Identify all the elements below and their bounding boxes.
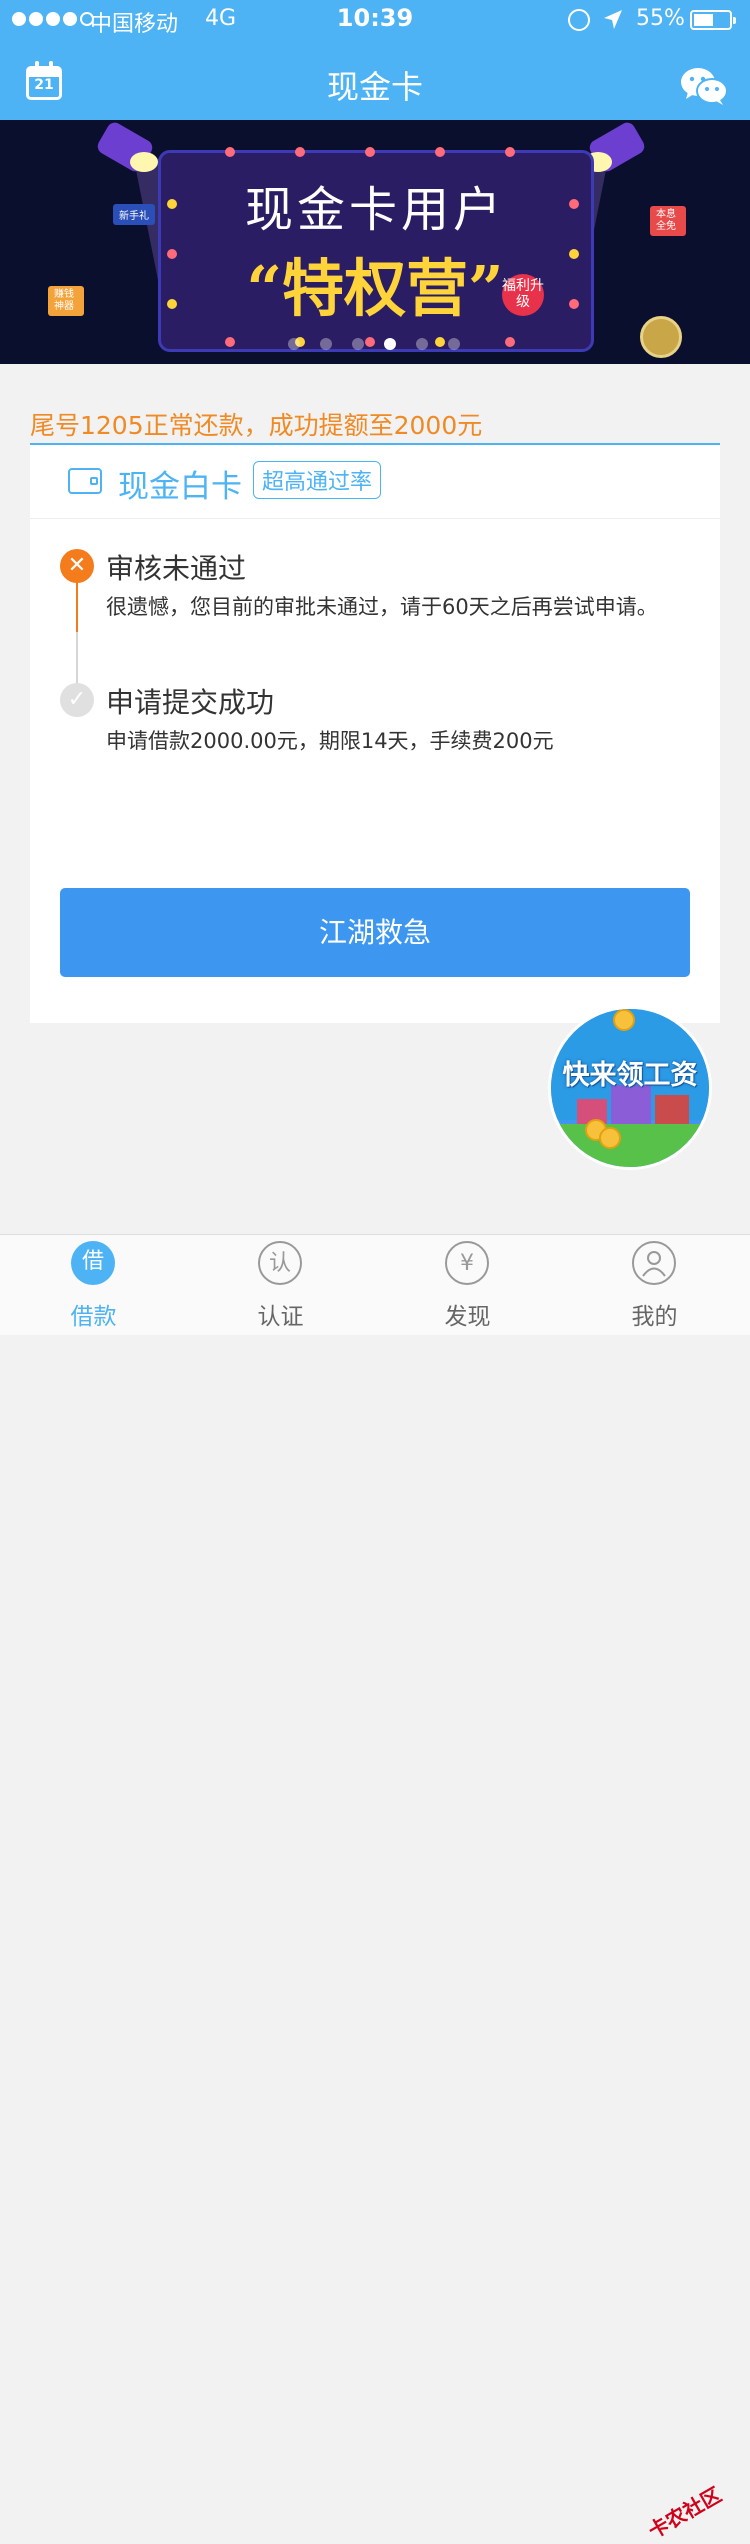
tab-mine-label: 我的: [631, 1304, 678, 1330]
page-title: 现金卡: [326, 68, 423, 106]
battery-icon: [690, 10, 736, 30]
rotation-lock-icon: [568, 9, 590, 31]
step-title-rejected: 审核未通过: [106, 552, 247, 585]
yuan-icon: ¥: [445, 1241, 489, 1285]
banner-tag-earn: 赚钱神器: [48, 286, 84, 316]
verify-icon: 认: [258, 1241, 302, 1285]
wechat-icon[interactable]: [680, 66, 728, 106]
tab-loan[interactable]: 借 借款: [0, 1235, 187, 1335]
tab-discover[interactable]: ¥ 发现: [374, 1235, 561, 1335]
coin-icon: [613, 1009, 635, 1031]
step-line-active: [76, 582, 78, 632]
banner-subtitle: “特权营”: [246, 252, 504, 325]
status-bar: 中国移动 4G 10:39 55%: [0, 0, 750, 40]
banner-tag-newbie: 新手礼: [113, 204, 155, 225]
step-desc-submitted: 申请借款2000.00元，期限14天，手续费200元: [106, 729, 554, 753]
medal-icon: [640, 316, 682, 358]
step-title-submitted: 申请提交成功: [106, 686, 275, 719]
battery-percent: 55%: [636, 6, 685, 31]
step-line-inactive: [76, 632, 78, 684]
card-header: 现金白卡 超高通过率: [30, 445, 720, 519]
tab-verify-label: 认证: [257, 1304, 304, 1330]
pass-rate-badge: 超高通过率: [253, 461, 382, 499]
wallet-icon: [68, 468, 102, 494]
banner-upgrade-badge: 福利升级: [502, 274, 544, 316]
tab-bar: 借 借款 认 认证 ¥ 发现 我的 卡农社区: [0, 1234, 750, 2543]
banner-tag-free: 本息全免: [650, 206, 686, 236]
fail-icon: ✕: [60, 549, 94, 583]
salary-promo-button[interactable]: 快来领工资: [548, 1006, 712, 1170]
emergency-button[interactable]: 江湖救急: [60, 888, 690, 977]
check-icon: ✓: [60, 683, 94, 717]
watermark-logo: 卡农社区: [644, 2482, 726, 2544]
step-desc-rejected: 很遗憾，您目前的审批未通过，请于60天之后再尝试申请。: [106, 595, 658, 619]
tab-mine[interactable]: 我的: [561, 1235, 748, 1335]
loan-card: 现金白卡 超高通过率 ✕ 审核未通过 很遗憾，您目前的审批未通过，请于60天之后…: [30, 445, 720, 1023]
promo-text: 快来领工资: [562, 1060, 698, 1091]
carousel-indicator[interactable]: [288, 338, 460, 350]
tab-loan-label: 借款: [70, 1304, 117, 1330]
repayment-notice: 尾号1205正常还款，成功提额至2000元: [30, 411, 483, 440]
tab-discover-label: 发现: [444, 1304, 491, 1330]
tab-verify[interactable]: 认 认证: [187, 1235, 374, 1335]
location-icon: [604, 10, 622, 29]
loan-icon: 借: [71, 1241, 115, 1285]
promo-banner[interactable]: 现金卡用户 “特权营” 福利升级 新手礼 赚钱神器 本息全免: [0, 120, 750, 364]
header: 中国移动 4G 10:39 55% 21 现金卡: [0, 0, 750, 120]
user-icon: [632, 1241, 676, 1285]
card-title: 现金白卡: [118, 469, 242, 505]
